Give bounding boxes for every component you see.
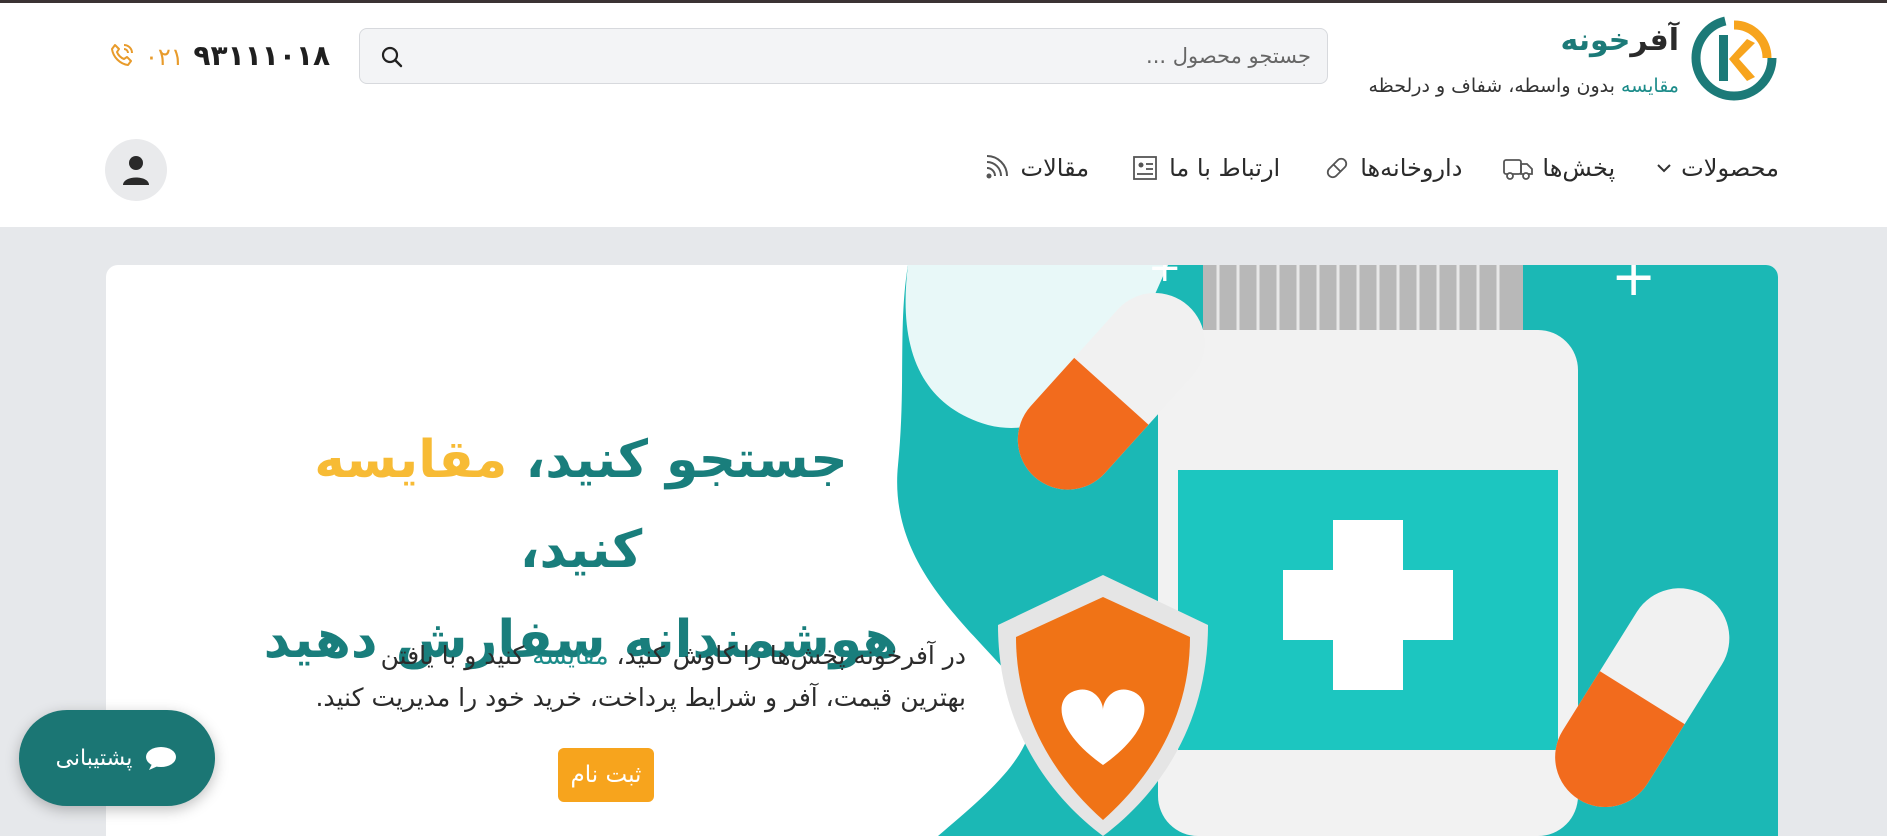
brand-name-part2: خونه — [1560, 23, 1631, 58]
support-label: پشتیبانی — [55, 745, 133, 771]
support-chat-button[interactable]: پشتیبانی — [19, 710, 215, 806]
phone-number: ۰۲۱ ۹۳۱۱۱۰۱۸ — [145, 39, 330, 72]
nav-label-pharmacies: داروخانه‌ها — [1360, 154, 1463, 182]
medicine-illustration: + + — [878, 265, 1778, 836]
chat-bubble-icon — [146, 747, 177, 770]
tagline-accent: مقایسه — [1620, 75, 1679, 97]
site-header: آفرخونه مقایسه بدون واسطه، شفاف و درلحظه… — [0, 3, 1887, 227]
desc-part-a: در آفرخونه پخش‌ها را کاوش کنید، — [608, 641, 966, 670]
nav-item-products[interactable]: محصولات — [1655, 154, 1779, 182]
desc-part-compare: مقایسه — [532, 641, 609, 670]
tagline-rest: بدون واسطه، شفاف و درلحظه — [1368, 75, 1621, 97]
brand-mark-icon — [1691, 15, 1777, 101]
headline-part-compare: مقایسه — [314, 430, 508, 490]
search-input[interactable] — [451, 37, 1311, 75]
brand-logo[interactable]: آفرخونه مقایسه بدون واسطه، شفاف و درلحظه — [1327, 13, 1779, 105]
description-line-2: بهترین قیمت، آفر و شرایط پرداخت، خرید خو… — [315, 683, 966, 712]
contact-card-icon — [1133, 156, 1157, 180]
headline-part-search: جستجو کنید، — [507, 430, 848, 490]
svg-text:+: + — [1611, 265, 1656, 308]
truck-icon — [1503, 159, 1534, 180]
nav-item-contact[interactable]: ارتباط با ما — [1129, 154, 1280, 182]
brand-name: آفرخونه — [1561, 23, 1679, 58]
desc-part-c: کنید و با یافتن — [380, 641, 533, 670]
nav-label-articles: مقالات — [1020, 154, 1090, 182]
nav-item-articles[interactable]: مقالات — [981, 154, 1090, 182]
user-avatar-button[interactable] — [105, 139, 167, 201]
headline-line-1: جستجو کنید، مقایسه کنید، — [246, 415, 916, 595]
user-icon — [123, 156, 149, 185]
nav-label-products: محصولات — [1681, 154, 1779, 182]
phone-contact[interactable]: ۰۲۱ ۹۳۱۱۱۰۱۸ — [107, 37, 330, 73]
nav-label-distributors: پخش‌ها — [1542, 154, 1616, 182]
phone-main-number: ۹۳۱۱۱۰۱۸ — [193, 38, 331, 72]
svg-text:+: + — [1148, 265, 1182, 291]
search-box — [359, 28, 1328, 84]
hero-description: در آفرخونه پخش‌ها را کاوش کنید، مقایسه ک… — [286, 635, 966, 719]
headline-part-do: کنید، — [519, 520, 643, 580]
nav-item-pharmacies[interactable]: داروخانه‌ها — [1320, 154, 1462, 182]
search-icon[interactable] — [380, 45, 404, 69]
brand-name-part1: آفر — [1630, 23, 1679, 58]
hero-banner: + + جستجو کنید، مقایسه کنید، هوشمندانه س… — [106, 265, 1778, 836]
signup-button[interactable]: ثبت نام — [558, 748, 654, 802]
brand-tagline: مقایسه بدون واسطه، شفاف و درلحظه — [1368, 75, 1679, 97]
rss-icon — [986, 155, 1008, 179]
phone-area-code: ۰۲۱ — [145, 42, 184, 71]
main-nav: محصولات پخش‌ها داروخانه‌ها ارتباط با ما — [941, 148, 1779, 188]
chevron-down-icon — [1657, 164, 1671, 173]
pill-icon — [1327, 157, 1348, 179]
description-line-1: در آفرخونه پخش‌ها را کاوش کنید، مقایسه ک… — [286, 635, 966, 677]
nav-item-distributors[interactable]: پخش‌ها — [1502, 154, 1615, 182]
nav-label-contact: ارتباط با ما — [1169, 154, 1281, 182]
phone-icon — [111, 44, 133, 66]
